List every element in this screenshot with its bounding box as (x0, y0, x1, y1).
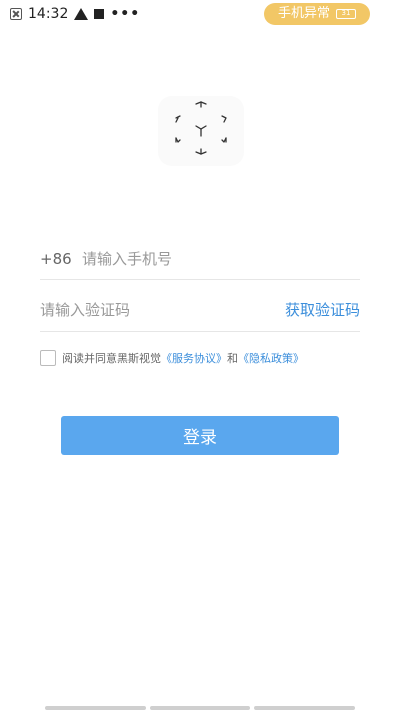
status-right: 手机异常 31 (263, 3, 370, 25)
privacy-policy-link[interactable]: 《隐私政策》 (238, 350, 304, 366)
code-row: 获取验证码 (40, 288, 360, 332)
stop-icon (94, 9, 105, 19)
agreement-prefix: 阅读并同意黑斯视觉 (62, 352, 161, 365)
notification-pill[interactable]: 手机异常 31 (263, 3, 370, 25)
status-bar: 14:32 ••• 手机异常 31 (0, 0, 400, 28)
app-logo (158, 96, 244, 166)
nav-segment (254, 706, 356, 710)
nav-segment (45, 706, 146, 710)
notification-pill-text: 手机异常 (277, 6, 330, 21)
more-notifications-icon: ••• (110, 6, 141, 22)
nav-segment (149, 706, 251, 710)
country-code[interactable]: +86 (40, 250, 82, 268)
login-button-label: 登录 (183, 428, 217, 448)
battery-icon: 31 (336, 9, 356, 19)
notification-close-icon (10, 8, 22, 20)
get-code-button[interactable]: 获取验证码 (285, 299, 360, 320)
agreement-checkbox[interactable] (40, 350, 56, 366)
login-button[interactable]: 登录 (61, 416, 339, 455)
agreement-and: 和 (227, 352, 238, 365)
warning-icon (74, 8, 89, 20)
verification-code-input[interactable] (40, 300, 285, 319)
phone-input[interactable] (82, 249, 360, 268)
status-time: 14:32 (28, 6, 69, 22)
service-agreement-link[interactable]: 《服务协议》 (161, 350, 227, 366)
agreement-row: 阅读并同意黑斯视觉 《服务协议》 和 《隐私政策》 (40, 349, 370, 367)
phone-row: +86 (40, 238, 360, 280)
status-left: 14:32 ••• (10, 6, 140, 22)
cube-logo-icon (175, 101, 227, 155)
navigation-bar (45, 706, 356, 710)
